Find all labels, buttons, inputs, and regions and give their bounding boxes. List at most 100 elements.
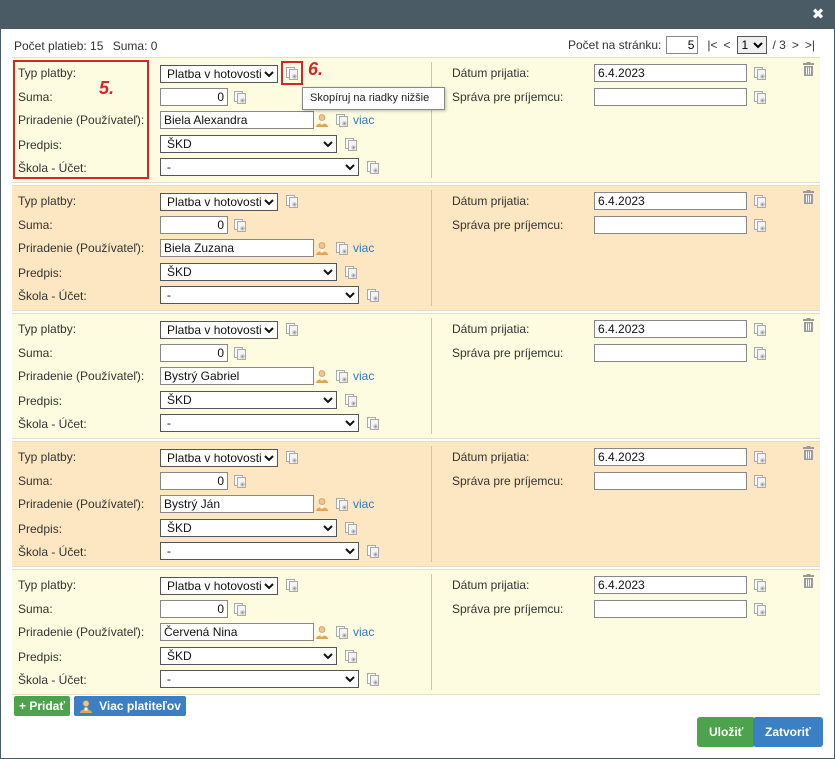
date-label: Dátum prijatia: — [452, 450, 530, 464]
more-link[interactable]: viac — [353, 113, 374, 127]
page-select[interactable]: 1 — [736, 36, 767, 54]
copy-icon[interactable] — [754, 195, 766, 208]
prev-page-button[interactable]: < — [724, 38, 731, 52]
payment-type-select[interactable]: Platba v hotovosti — [160, 449, 278, 467]
copy-icon[interactable] — [367, 673, 379, 686]
message-input[interactable] — [594, 600, 747, 618]
payment-type-select[interactable]: Platba v hotovosti — [160, 577, 278, 595]
copy-icon[interactable] — [336, 498, 348, 511]
copy-icon[interactable] — [754, 475, 766, 488]
user-icon[interactable] — [315, 113, 329, 127]
message-input[interactable] — [594, 344, 747, 362]
copy-icon[interactable] — [234, 475, 246, 488]
prescription-select[interactable]: ŠKD — [160, 391, 337, 409]
school-account-select[interactable]: - — [160, 670, 359, 688]
payment-row: Typ platby: Suma: Priradenie (Používateľ):… — [12, 185, 820, 311]
pager: Počet na stránku: |< < 1 / 3 > >| — [568, 36, 818, 54]
prescription-select[interactable]: ŠKD — [160, 647, 337, 665]
copy-icon[interactable] — [286, 195, 298, 208]
first-page-button[interactable]: |< — [707, 38, 717, 52]
user-input[interactable] — [160, 495, 314, 513]
message-input[interactable] — [594, 472, 747, 490]
copy-icon[interactable] — [367, 161, 379, 174]
per-page-input[interactable] — [666, 36, 699, 54]
trash-icon[interactable] — [802, 446, 816, 460]
amount-input[interactable] — [160, 600, 228, 618]
amount-input[interactable] — [160, 216, 228, 234]
payment-type-select[interactable]: Platba v hotovosti — [160, 65, 278, 83]
prescription-select[interactable]: ŠKD — [160, 135, 337, 153]
copy-icon[interactable] — [286, 451, 298, 464]
copy-icon[interactable] — [286, 323, 298, 336]
payment-type-select[interactable]: Platba v hotovosti — [160, 193, 278, 211]
prescription-select[interactable]: ŠKD — [160, 519, 337, 537]
prescription-select[interactable]: ŠKD — [160, 263, 337, 281]
add-payment-button[interactable]: + Pridať — [14, 696, 71, 716]
message-input[interactable] — [594, 216, 747, 234]
more-link[interactable]: viac — [353, 625, 374, 639]
copy-icon[interactable] — [345, 522, 357, 535]
copy-icon[interactable] — [345, 394, 357, 407]
school-account-select[interactable]: - — [160, 414, 359, 432]
copy-icon[interactable] — [754, 347, 766, 360]
copy-icon[interactable] — [754, 323, 766, 336]
trash-icon[interactable] — [802, 574, 816, 588]
copy-icon[interactable] — [754, 67, 766, 80]
user-input[interactable] — [160, 623, 314, 641]
school-account-select[interactable]: - — [160, 542, 359, 560]
copy-icon[interactable] — [754, 603, 766, 616]
user-icon[interactable] — [315, 625, 329, 639]
copy-icon[interactable] — [234, 347, 246, 360]
payment-list: Typ platby: Suma: Priradenie (Používateľ):… — [12, 57, 820, 697]
message-label: Správa pre príjemcu: — [452, 218, 564, 232]
copy-icon[interactable] — [336, 370, 348, 383]
trash-icon[interactable] — [802, 318, 816, 332]
amount-input[interactable] — [160, 472, 228, 490]
copy-icon[interactable] — [234, 603, 246, 616]
last-page-button[interactable]: >| — [805, 38, 815, 52]
date-input[interactable] — [594, 192, 747, 210]
copy-icon[interactable] — [286, 579, 298, 592]
more-link[interactable]: viac — [353, 497, 374, 511]
copy-icon[interactable] — [336, 626, 348, 639]
date-input[interactable] — [594, 64, 747, 82]
copy-icon[interactable] — [336, 242, 348, 255]
copy-icon[interactable] — [367, 289, 379, 302]
close-icon[interactable]: ✖ — [810, 6, 826, 22]
copy-icon[interactable] — [754, 91, 766, 104]
copy-icon[interactable] — [367, 545, 379, 558]
school-account-select[interactable]: - — [160, 158, 359, 176]
payment-type-select[interactable]: Platba v hotovosti — [160, 321, 278, 339]
user-icon[interactable] — [315, 497, 329, 511]
copy-icon[interactable] — [345, 266, 357, 279]
copy-icon[interactable] — [345, 138, 357, 151]
date-input[interactable] — [594, 448, 747, 466]
copy-icon[interactable] — [367, 417, 379, 430]
user-input[interactable] — [160, 239, 314, 257]
trash-icon[interactable] — [802, 62, 816, 76]
copy-icon[interactable] — [234, 219, 246, 232]
user-icon[interactable] — [315, 241, 329, 255]
more-payers-button[interactable]: Viac platiteľov — [74, 696, 186, 716]
copy-icon[interactable] — [754, 451, 766, 464]
close-button[interactable]: Zatvoriť — [753, 717, 823, 747]
date-input[interactable] — [594, 576, 747, 594]
amount-input[interactable] — [160, 344, 228, 362]
user-input[interactable] — [160, 111, 314, 129]
copy-icon[interactable] — [336, 114, 348, 127]
date-input[interactable] — [594, 320, 747, 338]
copy-icon[interactable] — [234, 91, 246, 104]
copy-icon[interactable] — [754, 579, 766, 592]
save-button[interactable]: Uložiť — [697, 717, 756, 747]
user-input[interactable] — [160, 367, 314, 385]
copy-icon[interactable] — [345, 650, 357, 663]
message-input[interactable] — [594, 88, 747, 106]
school-account-select[interactable]: - — [160, 286, 359, 304]
user-icon[interactable] — [315, 369, 329, 383]
more-link[interactable]: viac — [353, 369, 374, 383]
next-page-button[interactable]: > — [792, 38, 799, 52]
more-link[interactable]: viac — [353, 241, 374, 255]
copy-icon[interactable] — [754, 219, 766, 232]
amount-input[interactable] — [160, 88, 228, 106]
trash-icon[interactable] — [802, 190, 816, 204]
